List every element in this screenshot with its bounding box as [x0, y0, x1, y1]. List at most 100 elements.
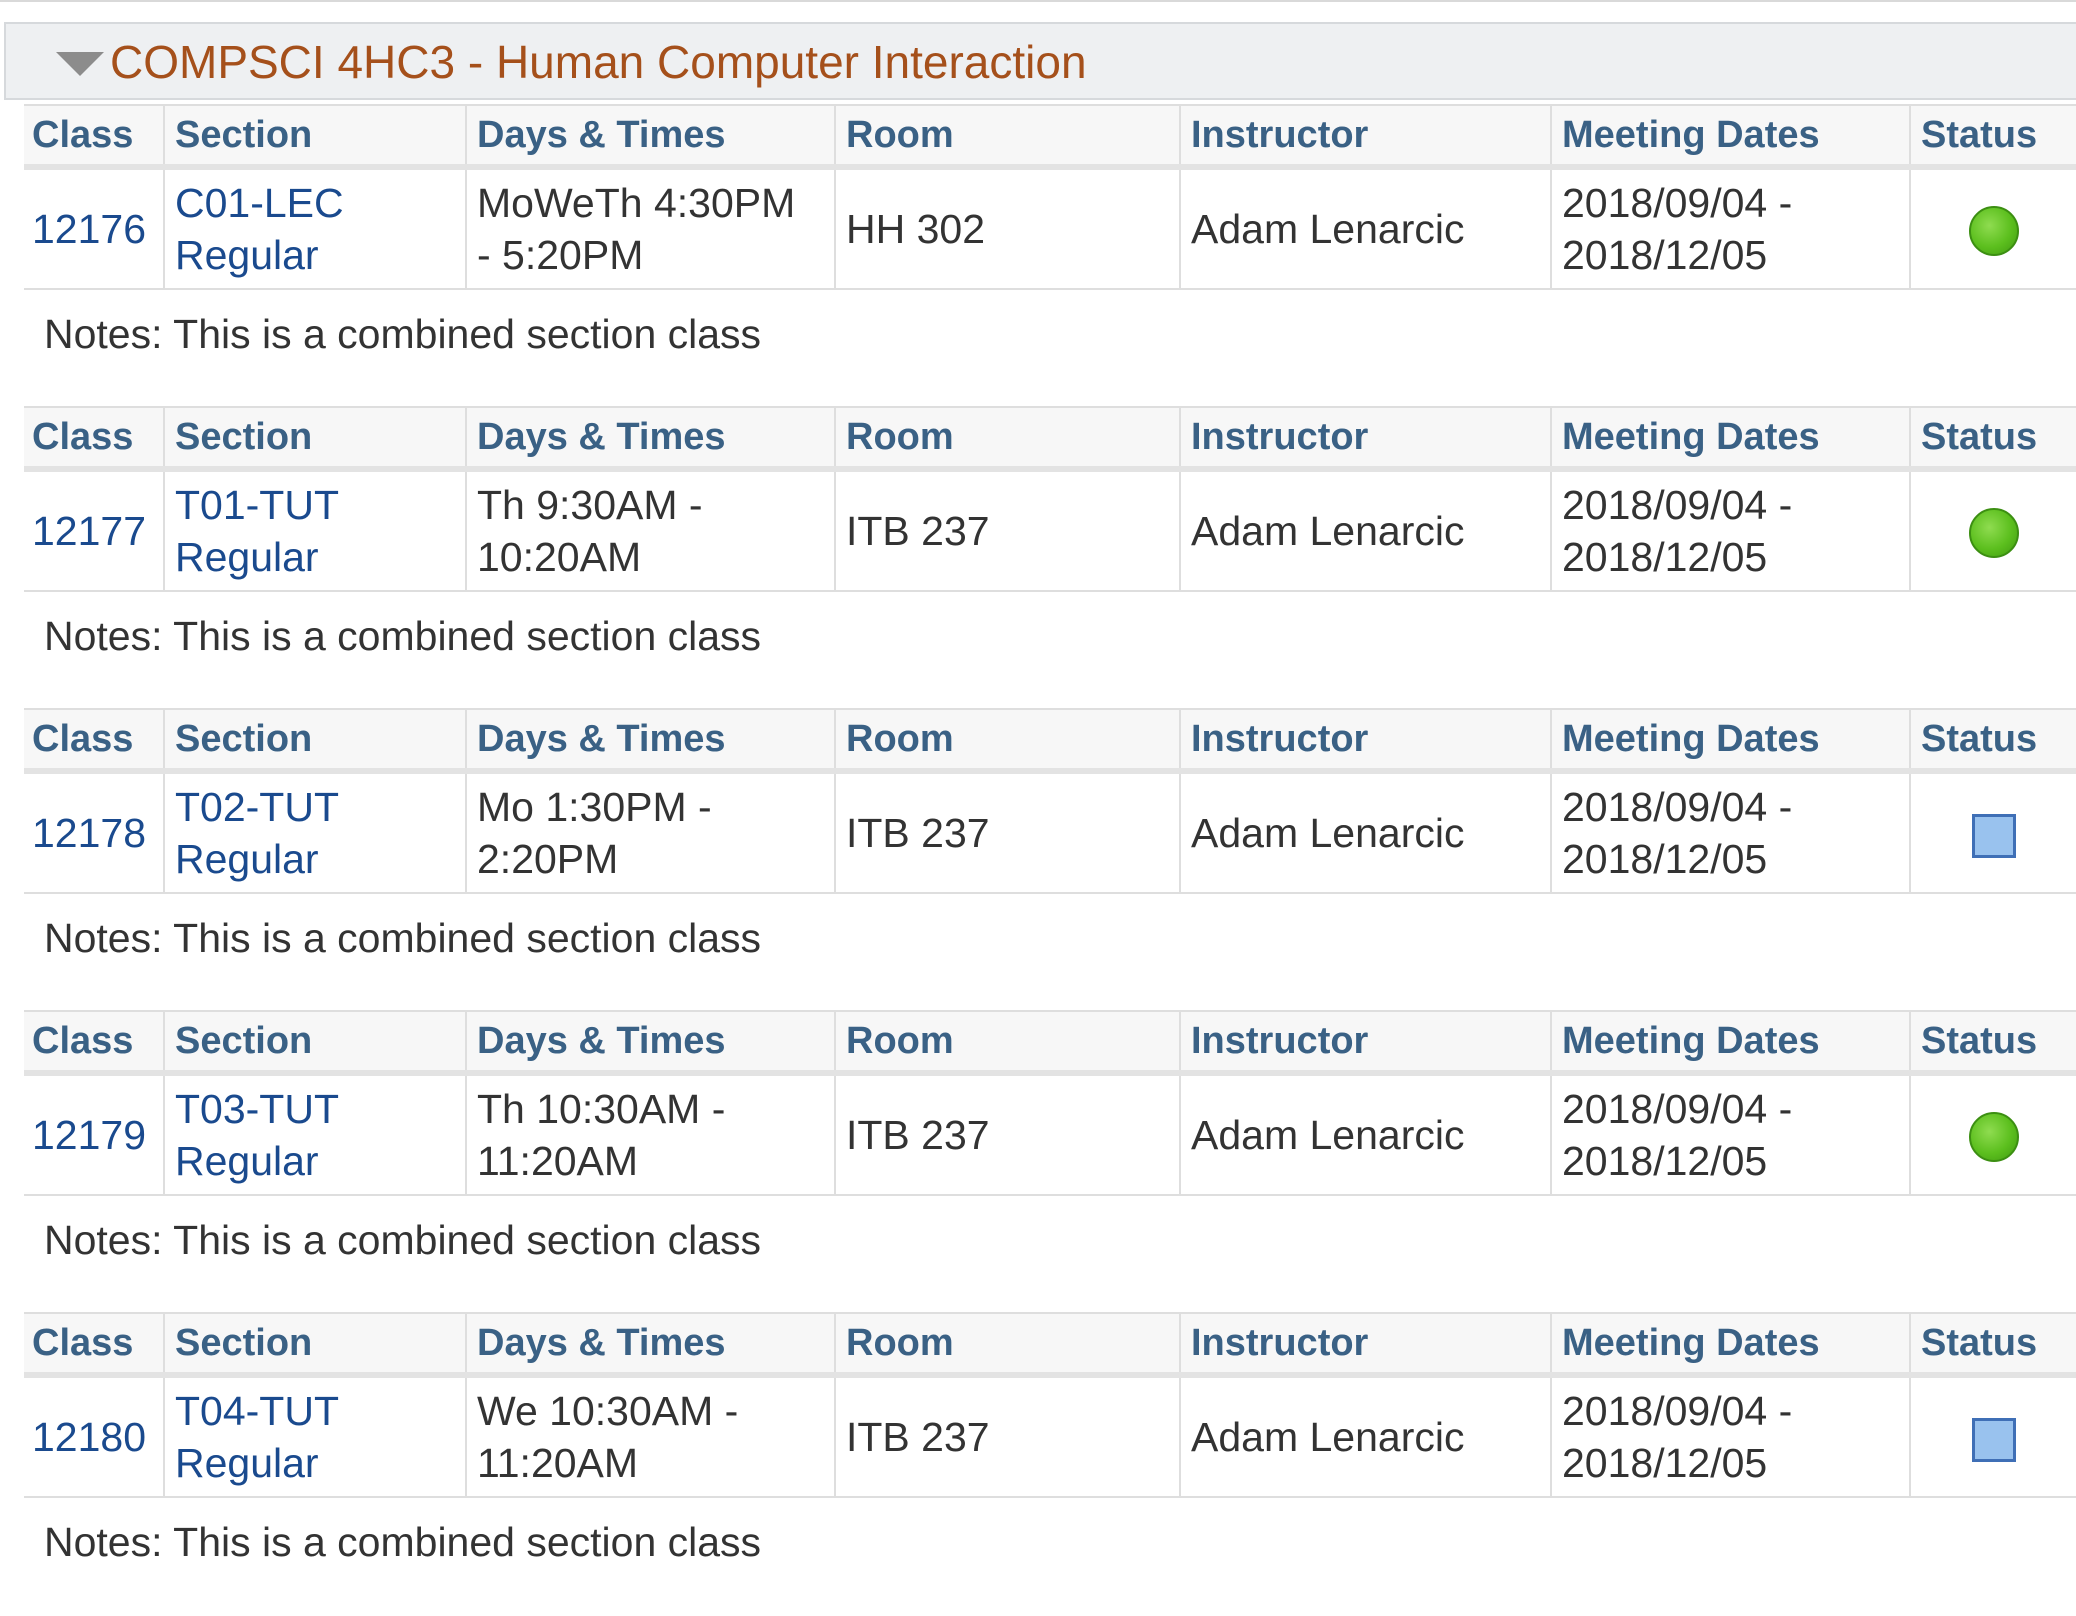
- room: ITB 237: [846, 1112, 990, 1158]
- days-times-line1: Th 10:30AM -: [477, 1086, 726, 1132]
- column-header-status: Status: [1909, 104, 2076, 170]
- section-code[interactable]: T01-TUT: [175, 479, 455, 531]
- table-row: 12180 T04-TUT Regular We 10:30AM - 11:20AM…: [24, 1375, 2076, 1498]
- table-row: 12176 C01-LEC Regular MoWeTh 4:30PM - 5:20…: [24, 167, 2076, 290]
- section-notes: Notes: This is a combined section class: [44, 915, 762, 961]
- column-header-room: Room: [834, 406, 1180, 472]
- instructor: Adam Lenarcic: [1191, 1112, 1465, 1158]
- column-header-status: Status: [1909, 1010, 2076, 1076]
- column-header-instructor: Instructor: [1179, 1010, 1551, 1076]
- column-header-section: Section: [163, 1312, 466, 1378]
- section-type[interactable]: Regular: [175, 531, 455, 583]
- collapse-triangle-icon[interactable]: [56, 52, 104, 76]
- section-type[interactable]: Regular: [175, 229, 455, 281]
- column-header-class: Class: [24, 406, 164, 472]
- column-header-room: Room: [834, 104, 1180, 170]
- column-header-days-times: Days & Times: [465, 406, 835, 472]
- column-header-meeting-dates: Meeting Dates: [1550, 104, 1910, 170]
- class-number-link[interactable]: 12176: [24, 167, 164, 290]
- room-cell: HH 302: [834, 167, 1180, 290]
- days-times-line2: 10:20AM: [477, 534, 642, 580]
- column-header-status: Status: [1909, 1312, 2076, 1378]
- table-row: 12177 T01-TUT Regular Th 9:30AM -10:20AM …: [24, 469, 2076, 592]
- table-row: 12179 T03-TUT Regular Th 10:30AM - 11:20AM…: [24, 1073, 2076, 1196]
- days-times-line2: 2:20PM: [477, 836, 619, 882]
- table-header-row: Class Section Days & Times Room Instruct…: [24, 1312, 2076, 1378]
- room-cell: ITB 237: [834, 1073, 1180, 1196]
- class-section: Class Section Days & Times Room Instruct…: [24, 104, 2076, 404]
- section-link[interactable]: T04-TUT Regular: [163, 1375, 466, 1498]
- class-section: Class Section Days & Times Room Instruct…: [24, 1312, 2076, 1612]
- class-section: Class Section Days & Times Room Instruct…: [24, 1010, 2076, 1310]
- instructor: Adam Lenarcic: [1191, 508, 1465, 554]
- status-cell: [1909, 771, 2076, 894]
- section-link[interactable]: T03-TUT Regular: [163, 1073, 466, 1196]
- column-header-class: Class: [24, 1312, 164, 1378]
- course-header[interactable]: COMPSCI 4HC3 - Human Computer Interactio…: [4, 22, 2076, 100]
- section-notes: Notes: This is a combined section class: [44, 1217, 762, 1263]
- section-code[interactable]: C01-LEC: [175, 177, 455, 229]
- section-link[interactable]: T02-TUT Regular: [163, 771, 466, 894]
- section-code[interactable]: T04-TUT: [175, 1385, 455, 1437]
- class-section: Class Section Days & Times Room Instruct…: [24, 708, 2076, 1008]
- days-times-line1: MoWeTh 4:30PM: [477, 180, 796, 226]
- meeting-dates-line2: 2018/12/05: [1562, 232, 1768, 278]
- section-type[interactable]: Regular: [175, 1135, 455, 1187]
- meeting-dates-line2: 2018/12/05: [1562, 836, 1768, 882]
- section-notes: Notes: This is a combined section class: [44, 311, 762, 357]
- class-number-link[interactable]: 12180: [24, 1375, 164, 1498]
- instructor: Adam Lenarcic: [1191, 810, 1465, 856]
- green-circle-icon: [1968, 1112, 2019, 1163]
- instructor-cell: Adam Lenarcic: [1179, 1073, 1551, 1196]
- class-number-link[interactable]: 12179: [24, 1073, 164, 1196]
- room: ITB 237: [846, 508, 990, 554]
- class-number[interactable]: 12180: [32, 1414, 146, 1460]
- table-header-row: Class Section Days & Times Room Instruct…: [24, 406, 2076, 472]
- days-times-line2: 11:20AM: [477, 1440, 639, 1486]
- column-header-instructor: Instructor: [1179, 708, 1551, 774]
- days-times-cell: Th 10:30AM - 11:20AM: [465, 1073, 835, 1196]
- class-number-link[interactable]: 12177: [24, 469, 164, 592]
- room: HH 302: [846, 206, 986, 252]
- blue-square-icon: [1971, 1418, 2016, 1463]
- column-header-section: Section: [163, 104, 466, 170]
- section-link[interactable]: C01-LEC Regular: [163, 167, 466, 290]
- column-header-section: Section: [163, 708, 466, 774]
- days-times-line1: Mo 1:30PM -: [477, 784, 712, 830]
- column-header-room: Room: [834, 1010, 1180, 1076]
- column-header-meeting-dates: Meeting Dates: [1550, 406, 1910, 472]
- room: ITB 237: [846, 810, 990, 856]
- table-header-row: Class Section Days & Times Room Instruct…: [24, 708, 2076, 774]
- meeting-dates-cell: 2018/09/04 - 2018/12/05: [1550, 167, 1910, 290]
- column-header-instructor: Instructor: [1179, 1312, 1551, 1378]
- class-number[interactable]: 12177: [32, 508, 146, 554]
- column-header-days-times: Days & Times: [465, 104, 835, 170]
- course-title[interactable]: COMPSCI 4HC3 - Human Computer Interactio…: [110, 34, 1087, 90]
- column-header-meeting-dates: Meeting Dates: [1550, 1312, 1910, 1378]
- days-times-line2: - 5:20PM: [477, 232, 644, 278]
- days-times-line1: We 10:30AM -: [477, 1388, 739, 1434]
- section-code[interactable]: T03-TUT: [175, 1083, 455, 1135]
- column-header-class: Class: [24, 1010, 164, 1076]
- section-type[interactable]: Regular: [175, 1437, 455, 1489]
- section-notes: Notes: This is a combined section class: [44, 613, 762, 659]
- instructor: Adam Lenarcic: [1191, 1414, 1465, 1460]
- blue-square-icon: [1971, 814, 2016, 859]
- meeting-dates-line1: 2018/09/04 -: [1562, 482, 1793, 528]
- class-number-link[interactable]: 12178: [24, 771, 164, 894]
- section-type[interactable]: Regular: [175, 833, 455, 885]
- section-notes: Notes: This is a combined section class: [44, 1519, 762, 1565]
- class-number[interactable]: 12176: [32, 206, 146, 252]
- class-number[interactable]: 12179: [32, 1112, 146, 1158]
- class-number[interactable]: 12178: [32, 810, 146, 856]
- meeting-dates-line2: 2018/12/05: [1562, 534, 1768, 580]
- days-times-cell: MoWeTh 4:30PM - 5:20PM: [465, 167, 835, 290]
- section-link[interactable]: T01-TUT Regular: [163, 469, 466, 592]
- column-header-status: Status: [1909, 406, 2076, 472]
- column-header-room: Room: [834, 708, 1180, 774]
- days-times-cell: We 10:30AM - 11:20AM: [465, 1375, 835, 1498]
- column-header-room: Room: [834, 1312, 1180, 1378]
- column-header-days-times: Days & Times: [465, 1010, 835, 1076]
- section-code[interactable]: T02-TUT: [175, 781, 455, 833]
- meeting-dates-cell: 2018/09/04 - 2018/12/05: [1550, 771, 1910, 894]
